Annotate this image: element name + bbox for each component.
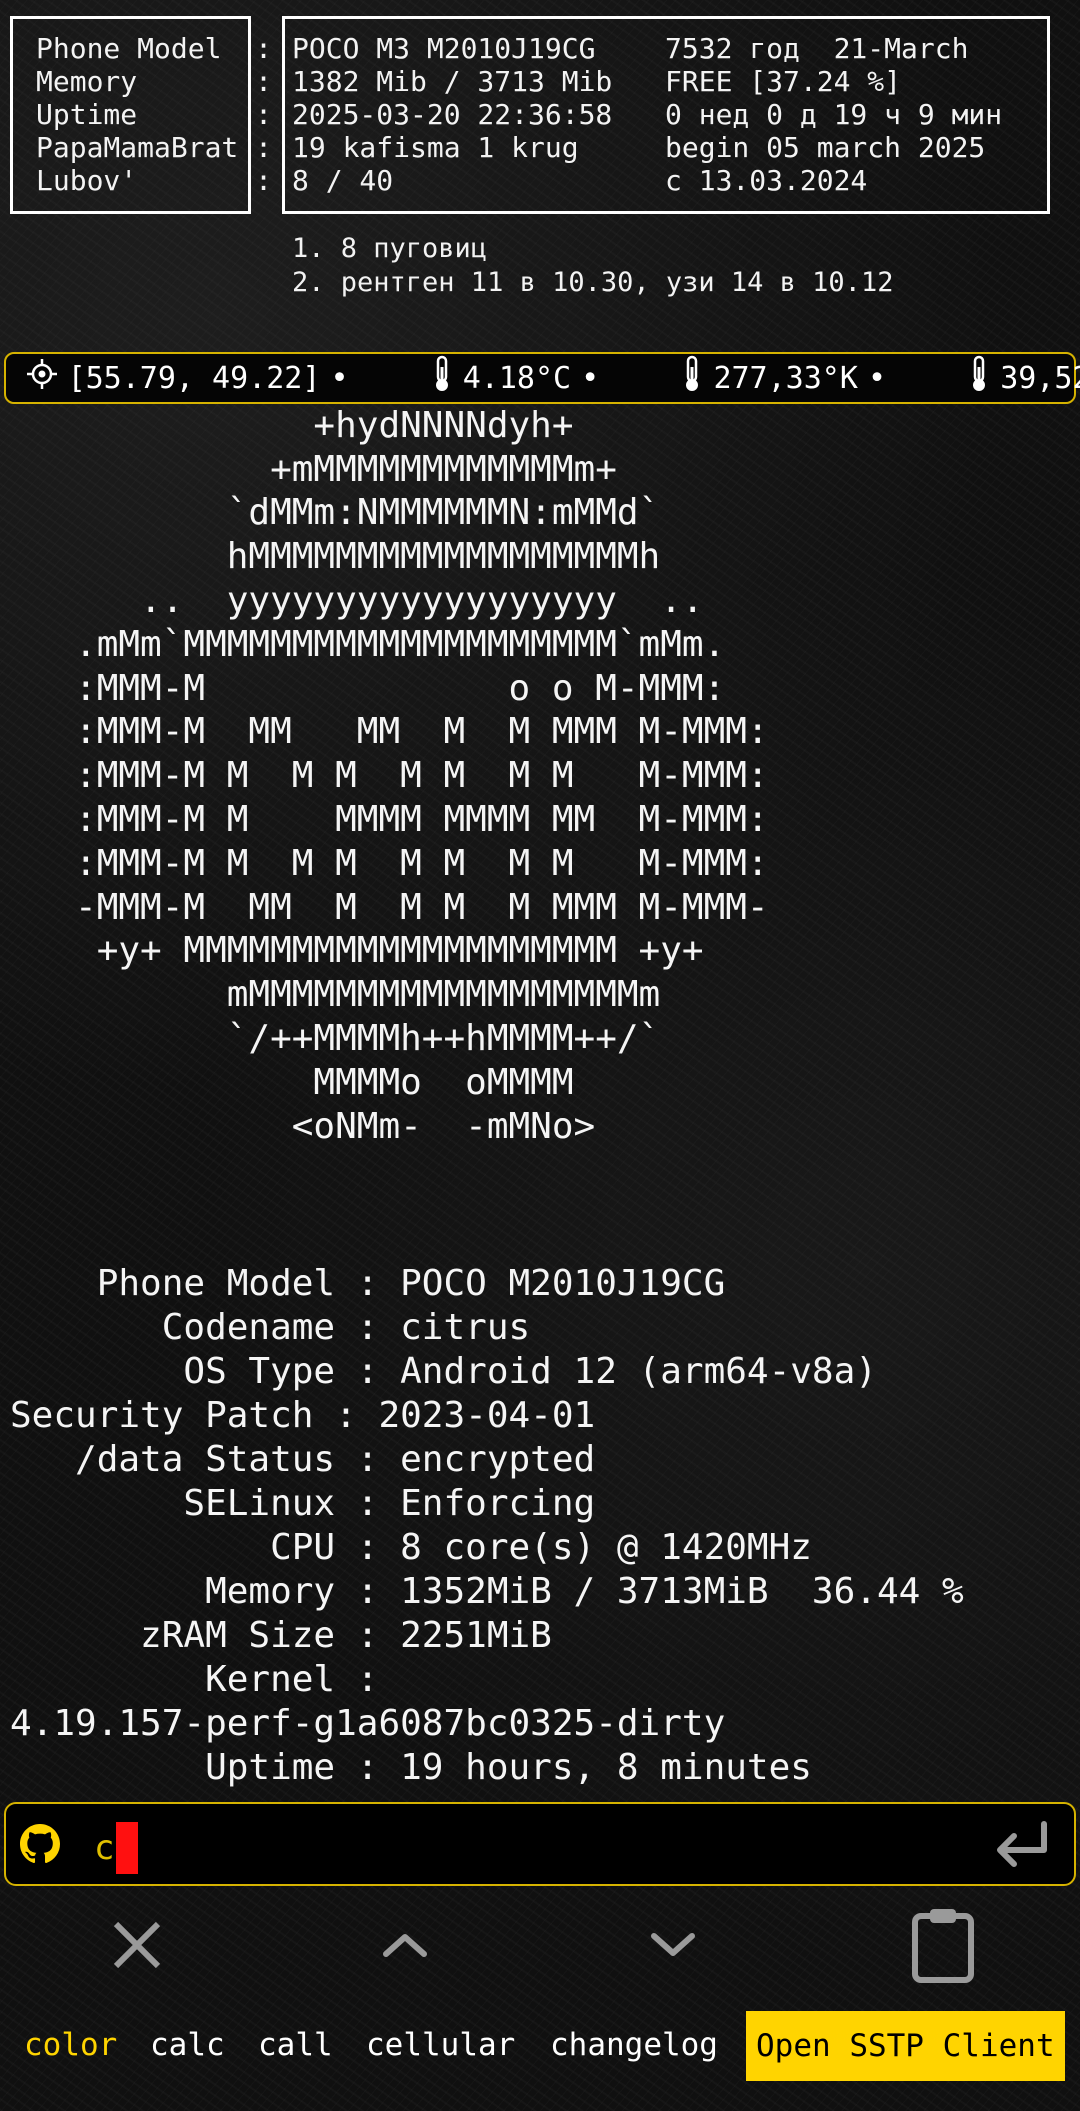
suggestion-item[interactable]: call	[258, 2017, 333, 2073]
close-icon[interactable]	[92, 1900, 182, 1990]
temp-fahrenheit: 39,52°F	[1000, 360, 1080, 396]
weather-bar: [55.79, 49.22] • 4.18°C • 277,33°K • 39,…	[4, 352, 1080, 404]
chevron-down-icon[interactable]	[628, 1900, 718, 1990]
command-input-bar[interactable]: c	[4, 1802, 1076, 1886]
suggestion-item[interactable]: cellular	[366, 2017, 515, 2073]
suggestion-bar: color calc call cellular changelog Open …	[0, 2005, 1080, 2085]
separator: •	[330, 360, 349, 396]
notes-list: 1. 8 пуговиц 2. рентген 11 в 10.30, узи …	[292, 233, 894, 298]
temp-kelvin: 277,33°K	[713, 360, 858, 396]
command-input-value: c	[94, 1828, 115, 1868]
crosshair-icon	[0, 323, 58, 433]
clipboard-icon[interactable]	[898, 1900, 988, 1990]
thermometer-icon	[896, 320, 990, 436]
github-icon[interactable]	[20, 1824, 60, 1864]
separator: •	[867, 360, 886, 396]
suggestion-item[interactable]: calc	[150, 2017, 225, 2073]
info-values: POCO M3 M2010J19CG 1382 Mib / 3713 Mib 2…	[292, 32, 613, 197]
separator: •	[581, 360, 600, 396]
control-row	[0, 1890, 1080, 2000]
chevron-up-icon[interactable]	[360, 1900, 450, 1990]
thermometer-icon	[609, 320, 703, 436]
info-labels: Phone Model : Memory : Uptime : PapaMama…	[36, 32, 273, 197]
text-cursor	[116, 1822, 139, 1874]
suggestion-item[interactable]: color	[24, 2017, 117, 2073]
temp-celsius: 4.18°C	[462, 360, 572, 396]
command-input[interactable]: c	[94, 1822, 139, 1874]
ascii-logo: -o o- +hydNNNNdyh+ +mMMMMMMMMMMMMm+ `dMM…	[75, 361, 769, 1147]
suggestion-item[interactable]: changelog	[550, 2017, 718, 2073]
info-extra: 7532 год 21-March FREE [37.24 %] 0 нед 0…	[665, 32, 1003, 197]
thermometer-icon	[359, 320, 453, 436]
enter-icon[interactable]	[990, 1818, 1054, 1874]
terminal-output[interactable]: -o o- +hydNNNNdyh+ +mMMMMMMMMMMMMm+ `dMM…	[0, 360, 1080, 1800]
system-info: Phone Model : POCO M2010J19CG Codename :…	[10, 1263, 964, 1788]
suggestion-item-highlight[interactable]: Open SSTP Client	[746, 2011, 1065, 2081]
weather-coords: [55.79, 49.22]	[67, 360, 321, 396]
